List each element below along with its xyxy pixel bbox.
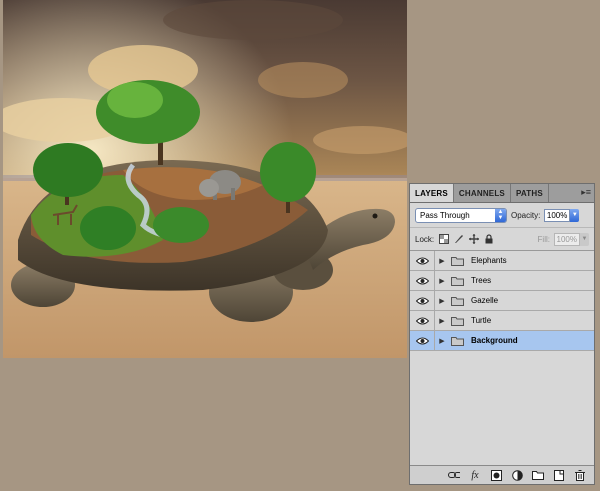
tab-paths[interactable]: PATHS [511,184,549,202]
layers-list: ▶ Elephants ▶ Trees ▶ Gazelle ▶ Turtle ▶… [410,251,594,351]
visibility-eye-icon[interactable] [410,291,435,310]
blend-mode-select[interactable]: Pass Through ▲ ▼ [415,207,507,223]
visibility-eye-icon[interactable] [410,311,435,330]
opacity-dropdown-arrow-icon[interactable]: ▼ [570,208,580,222]
new-group-icon[interactable] [532,469,544,481]
lock-image-pixels-icon[interactable] [453,234,464,245]
visibility-eye-icon[interactable] [410,251,435,270]
expand-triangle-icon[interactable]: ▶ [435,257,449,265]
layer-name: Trees [471,276,492,285]
fx-icon[interactable]: fx [469,469,481,481]
layer-row-elephants[interactable]: ▶ Elephants [410,251,594,271]
tab-layers[interactable]: LAYERS [410,184,454,202]
panel-bottom-toolbar: fx [410,465,594,484]
layer-row-gazelle[interactable]: ▶ Gazelle [410,291,594,311]
visibility-eye-icon[interactable] [410,271,435,290]
opacity-label: Opacity: [511,210,541,220]
layers-panel: LAYERS CHANNELS PATHS ▸≡ Pass Through ▲ ▼… [409,183,595,485]
lock-label: Lock: [415,234,435,244]
folder-icon [449,256,465,266]
lock-transparent-pixels-icon[interactable] [438,234,449,245]
adjustment-icon[interactable] [511,469,523,481]
lock-all-icon[interactable] [483,234,494,245]
blend-options-row: Pass Through ▲ ▼ Opacity: 100% ▼ [410,203,594,228]
folder-icon [449,336,465,346]
link-icon[interactable] [448,469,460,481]
tab-channels[interactable]: CHANNELS [454,184,511,202]
folder-icon [449,276,465,286]
layer-name: Background [471,336,518,345]
expand-triangle-icon[interactable]: ▶ [435,297,449,305]
updown-arrows-icon: ▲ ▼ [495,208,506,222]
expand-triangle-icon[interactable]: ▶ [435,317,449,325]
mask-icon[interactable] [490,469,502,481]
fill-dropdown-arrow-icon[interactable]: ▼ [580,232,589,246]
layer-name: Gazelle [471,296,499,305]
opacity-input[interactable]: 100% [544,208,571,222]
expand-triangle-icon[interactable]: ▶ [435,277,449,285]
lock-position-icon[interactable] [468,234,479,245]
expand-triangle-icon[interactable]: ▶ [435,337,449,345]
layer-name: Elephants [471,256,507,265]
fill-label: Fill: [537,234,550,244]
lock-options-row: Lock: Fill: 100% ▼ [410,228,594,251]
document-canvas[interactable] [3,0,407,358]
folder-icon [449,296,465,306]
new-layer-icon[interactable] [553,469,565,481]
turtle-island-artwork [3,0,407,358]
trash-icon[interactable] [574,469,586,481]
visibility-eye-icon[interactable] [410,331,435,350]
fill-input[interactable]: 100% [554,232,580,246]
layer-row-turtle[interactable]: ▶ Turtle [410,311,594,331]
panel-tab-bar: LAYERS CHANNELS PATHS ▸≡ [410,184,594,203]
layer-name: Turtle [471,316,492,325]
layer-row-trees[interactable]: ▶ Trees [410,271,594,291]
blend-mode-value: Pass Through [420,210,470,220]
panel-menu-icon[interactable]: ▸≡ [581,187,591,198]
layer-row-background[interactable]: ▶ Background [410,331,594,351]
folder-icon [449,316,465,326]
